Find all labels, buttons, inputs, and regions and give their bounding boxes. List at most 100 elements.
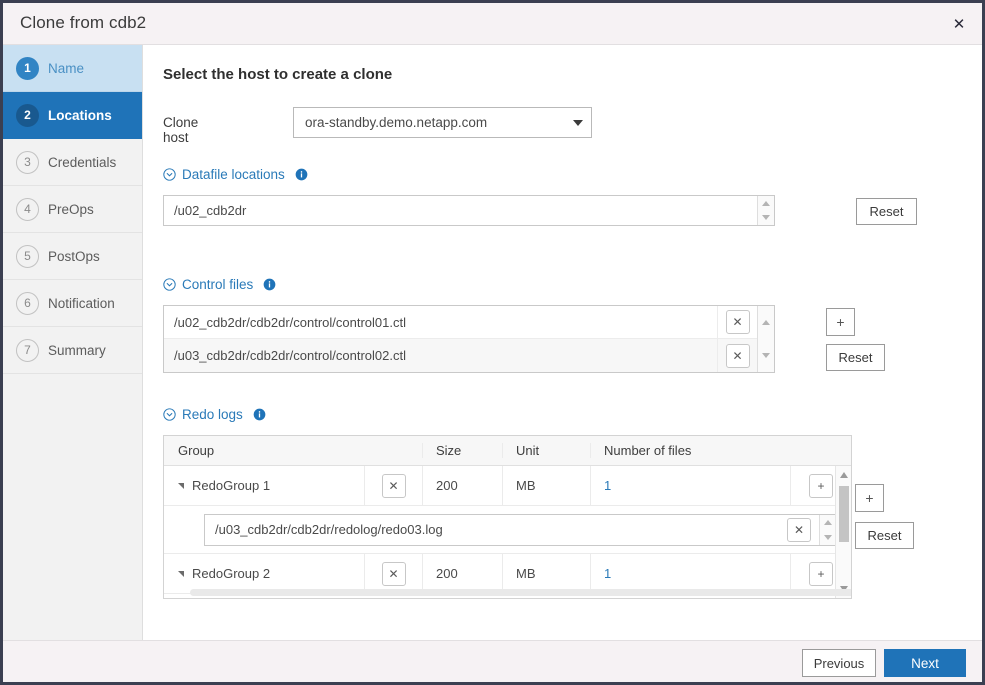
list-item[interactable]: /u02_cdb2dr/cdb2dr/control/control01.ctl… (164, 306, 757, 339)
sidebar-item-postops[interactable]: 5 PostOps (3, 233, 142, 280)
redo-logs-reset-button[interactable]: Reset (855, 522, 914, 549)
control-files-reset-button[interactable]: Reset (826, 344, 885, 371)
redo-group-number-of-files[interactable]: 1 (604, 478, 611, 493)
sidebar-item-summary[interactable]: 7 Summary (3, 327, 142, 374)
dialog-titlebar: Clone from cdb2 ✕ (3, 3, 982, 45)
step-number: 6 (16, 292, 39, 315)
step-number: 2 (16, 104, 39, 127)
previous-button[interactable]: Previous (802, 649, 876, 677)
step-label: Notification (48, 296, 115, 311)
redo-group-name-cell: RedoGroup 2 (164, 554, 364, 593)
step-number: 3 (16, 151, 39, 174)
redo-group-name: RedoGroup 1 (192, 478, 270, 493)
chevron-circle-down-icon (163, 278, 176, 291)
info-icon[interactable] (263, 278, 276, 291)
redo-logs-table: Group Size Unit Number of files RedoGrou… (163, 435, 852, 599)
redo-logs-horizontal-scrollbar[interactable] (190, 589, 852, 596)
datafile-locations-section-header[interactable]: Datafile locations (163, 167, 308, 182)
add-icon[interactable]: + (809, 474, 833, 498)
step-label: PreOps (48, 202, 94, 217)
control-files-title: Control files (182, 277, 253, 292)
redo-group-name-cell: RedoGroup 1 (164, 466, 364, 505)
control-files-list: /u02_cdb2dr/cdb2dr/control/control01.ctl… (163, 305, 775, 373)
redo-logs-vertical-scrollbar[interactable] (835, 466, 851, 598)
spinner-down-icon (824, 535, 832, 540)
redo-log-file-spinner[interactable] (819, 515, 836, 545)
step-number: 7 (16, 339, 39, 362)
redo-log-file-input[interactable]: /u03_cdb2dr/cdb2dr/redolog/redo03.log ✕ (204, 514, 837, 546)
chevron-circle-down-icon (163, 168, 176, 181)
add-icon[interactable]: + (809, 562, 833, 586)
expand-collapse-icon[interactable] (178, 571, 184, 577)
datafile-location-spinner[interactable] (757, 196, 774, 225)
redo-group-unit: MB (502, 554, 590, 593)
column-header-group: Group (164, 443, 364, 458)
column-header-size: Size (422, 443, 502, 458)
step-label: Summary (48, 343, 106, 358)
datafile-locations-reset-button[interactable]: Reset (856, 198, 917, 225)
sidebar-item-notification[interactable]: 6 Notification (3, 280, 142, 327)
info-icon[interactable] (295, 168, 308, 181)
remove-icon[interactable]: ✕ (726, 344, 750, 368)
step-number: 5 (16, 245, 39, 268)
spinner-up-icon (762, 201, 770, 206)
clone-host-value: ora-standby.demo.netapp.com (305, 115, 487, 130)
wizard-content-panel: Select the host to create a clone Clone … (144, 45, 982, 640)
step-number: 1 (16, 57, 39, 80)
sidebar-item-name[interactable]: 1 Name (3, 45, 142, 92)
dialog-footer: Previous Next (3, 640, 982, 682)
table-row[interactable]: RedoGroup 1 ✕ 200 MB 1 + (164, 466, 851, 506)
column-header-unit: Unit (502, 443, 590, 458)
sidebar-item-locations[interactable]: 2 Locations (3, 92, 142, 139)
redo-group-number-of-files[interactable]: 1 (604, 566, 611, 581)
redo-logs-section-header[interactable]: Redo logs (163, 407, 266, 422)
list-item[interactable]: /u03_cdb2dr/cdb2dr/control/control02.ctl… (164, 339, 757, 372)
step-label: Locations (48, 108, 112, 123)
redo-logs-add-button[interactable]: + (855, 484, 884, 512)
control-files-add-button[interactable]: + (826, 308, 855, 336)
redo-group-name: RedoGroup 2 (192, 566, 270, 581)
dialog-title: Clone from cdb2 (20, 13, 146, 33)
sidebar-item-credentials[interactable]: 3 Credentials (3, 139, 142, 186)
redo-log-file-row: /u03_cdb2dr/cdb2dr/redolog/redo03.log ✕ (164, 506, 851, 554)
clone-host-label: Clone host (163, 115, 198, 145)
remove-icon[interactable]: ✕ (382, 474, 406, 498)
spinner-down-icon (762, 215, 770, 220)
remove-icon[interactable]: ✕ (787, 518, 811, 542)
scroll-up-icon[interactable] (840, 472, 848, 478)
column-header-number-of-files: Number of files (590, 443, 790, 458)
remove-icon[interactable]: ✕ (382, 562, 406, 586)
control-file-path: /u02_cdb2dr/cdb2dr/control/control01.ctl (164, 315, 717, 330)
table-header-row: Group Size Unit Number of files (164, 436, 851, 466)
expand-collapse-icon[interactable] (178, 483, 184, 489)
redo-group-remove-cell: ✕ (364, 466, 422, 505)
datafile-locations-title: Datafile locations (182, 167, 285, 182)
clone-host-select[interactable]: ora-standby.demo.netapp.com (293, 107, 592, 138)
redo-group-size: 200 (422, 554, 502, 593)
close-icon[interactable]: ✕ (948, 13, 970, 35)
control-files-scroll-spinner[interactable] (757, 306, 774, 372)
control-file-remove-cell: ✕ (717, 306, 757, 338)
info-icon[interactable] (253, 408, 266, 421)
sidebar-item-preops[interactable]: 4 PreOps (3, 186, 142, 233)
spinner-down-icon (762, 353, 770, 358)
next-button[interactable]: Next (884, 649, 966, 677)
page-title: Select the host to create a clone (163, 66, 392, 83)
redo-logs-title: Redo logs (182, 407, 243, 422)
spinner-up-icon (824, 520, 832, 525)
wizard-steps-sidebar: 1 Name 2 Locations 3 Credentials 4 PreOp… (3, 45, 143, 640)
chevron-down-icon (573, 120, 583, 126)
datafile-location-input[interactable]: /u02_cdb2dr (163, 195, 775, 226)
remove-icon[interactable]: ✕ (726, 310, 750, 334)
table-row[interactable]: RedoGroup 2 ✕ 200 MB 1 + (164, 554, 851, 594)
redo-group-unit: MB (502, 466, 590, 505)
scrollbar-thumb[interactable] (839, 486, 849, 542)
redo-group-files-cell: 1 (590, 554, 790, 593)
control-files-rows: /u02_cdb2dr/cdb2dr/control/control01.ctl… (164, 306, 757, 372)
step-label: Name (48, 61, 84, 76)
spinner-up-icon (762, 320, 770, 325)
control-files-section-header[interactable]: Control files (163, 277, 276, 292)
redo-group-size: 200 (422, 466, 502, 505)
clone-wizard-dialog: Clone from cdb2 ✕ 1 Name 2 Locations 3 C… (3, 3, 982, 682)
control-file-path: /u03_cdb2dr/cdb2dr/control/control02.ctl (164, 348, 717, 363)
